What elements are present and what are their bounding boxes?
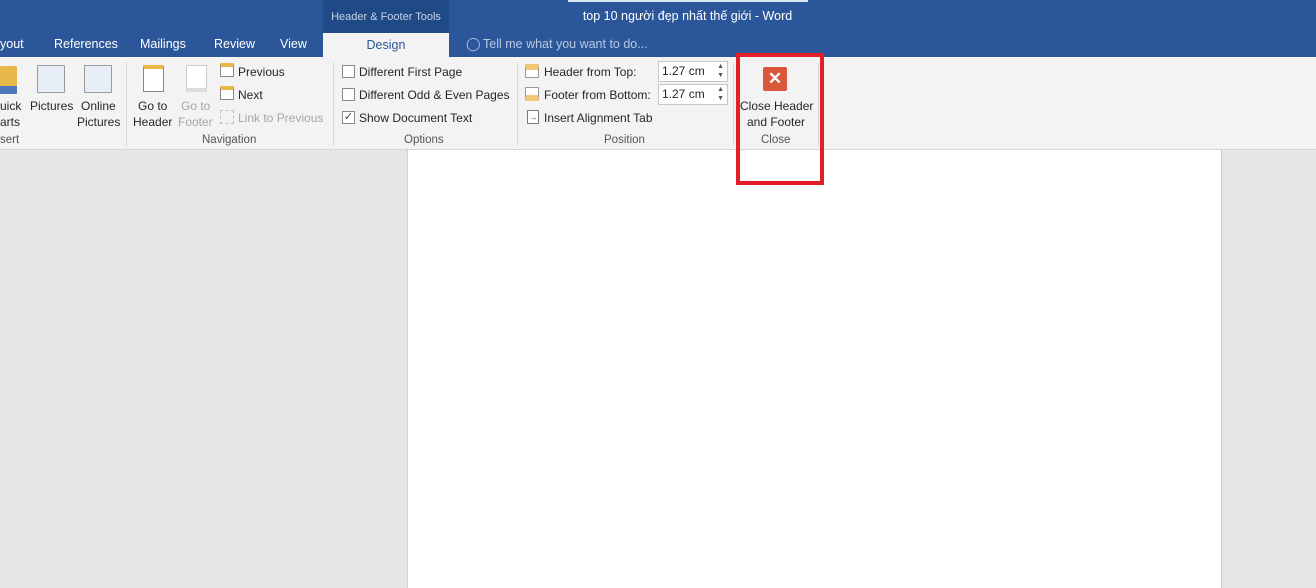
different-first-page-checkbox[interactable]: [342, 65, 355, 78]
separator: [126, 62, 127, 146]
footer-from-bottom-icon: [525, 87, 539, 101]
insert-alignment-tab-button[interactable]: Insert Alignment Tab: [544, 111, 653, 125]
contextual-tab-header: Header & Footer Tools: [323, 0, 449, 33]
separator: [333, 62, 334, 146]
lightbulb-icon: ◯: [466, 36, 481, 51]
tab-view[interactable]: View: [280, 37, 307, 51]
insert-group-label: sert: [0, 134, 20, 146]
different-odd-even-label[interactable]: Different Odd & Even Pages: [359, 88, 510, 102]
show-document-text-checkbox[interactable]: ✓: [342, 111, 355, 124]
highlight-box: [736, 53, 824, 185]
footer-from-bottom-value[interactable]: 1.27 cm: [662, 87, 705, 101]
next-button[interactable]: Next: [238, 88, 263, 102]
header-from-top-spinner[interactable]: 1.27 cm ▲ ▼: [658, 61, 728, 82]
document-page[interactable]: [407, 150, 1222, 588]
header-from-top-label: Header from Top:: [544, 65, 637, 79]
tell-me-input[interactable]: Tell me what you want to do...: [483, 37, 648, 51]
different-first-page-label[interactable]: Different First Page: [359, 65, 462, 79]
footer-from-bottom-label: Footer from Bottom:: [544, 88, 651, 102]
online-pictures-label-2[interactable]: Pictures: [77, 115, 120, 129]
header-from-top-icon: [525, 64, 539, 78]
window-title: top 10 người đẹp nhất thế giới - Word: [582, 9, 793, 23]
show-document-text-label[interactable]: Show Document Text: [359, 111, 472, 125]
pictures-button[interactable]: Pictures: [30, 99, 73, 113]
tab-design[interactable]: Design: [323, 33, 449, 57]
go-to-header-icon[interactable]: [143, 65, 164, 92]
quick-parts-label-1[interactable]: uick: [0, 99, 21, 113]
quick-parts-icon: [0, 66, 17, 94]
header-from-top-value[interactable]: 1.27 cm: [662, 64, 705, 78]
go-to-header-label-1[interactable]: Go to: [138, 99, 167, 113]
spinner-arrows-icon[interactable]: ▲ ▼: [717, 62, 724, 80]
tab-review[interactable]: Review: [214, 37, 255, 51]
go-to-footer-icon: [186, 65, 207, 92]
title-accent-line: [568, 0, 808, 2]
different-odd-even-checkbox[interactable]: [342, 88, 355, 101]
footer-from-bottom-spinner[interactable]: 1.27 cm ▲ ▼: [658, 84, 728, 105]
quick-parts-label-2[interactable]: arts: [0, 115, 20, 129]
go-to-footer-label-2: Footer: [178, 115, 213, 129]
pictures-icon[interactable]: [37, 65, 65, 93]
spinner-arrows-icon[interactable]: ▲ ▼: [717, 85, 724, 103]
separator: [733, 62, 734, 146]
insert-alignment-tab-icon[interactable]: →: [527, 110, 539, 124]
go-to-footer-label-1: Go to: [181, 99, 211, 113]
previous-icon[interactable]: [220, 63, 234, 77]
next-icon[interactable]: [220, 86, 234, 100]
go-to-header-label-2[interactable]: Header: [133, 115, 172, 129]
options-group-label: Options: [404, 134, 444, 146]
link-to-previous-icon: [220, 110, 234, 124]
online-pictures-icon[interactable]: [84, 65, 112, 93]
online-pictures-label-1[interactable]: Online: [81, 99, 116, 113]
position-group-label: Position: [604, 134, 645, 146]
link-to-previous-button: Link to Previous: [238, 111, 324, 125]
previous-button[interactable]: Previous: [238, 65, 285, 79]
tab-layout[interactable]: yout: [0, 37, 24, 51]
tab-mailings[interactable]: Mailings: [140, 37, 186, 51]
tab-references[interactable]: References: [54, 37, 118, 51]
navigation-group-label: Navigation: [202, 134, 257, 146]
separator: [517, 62, 518, 146]
